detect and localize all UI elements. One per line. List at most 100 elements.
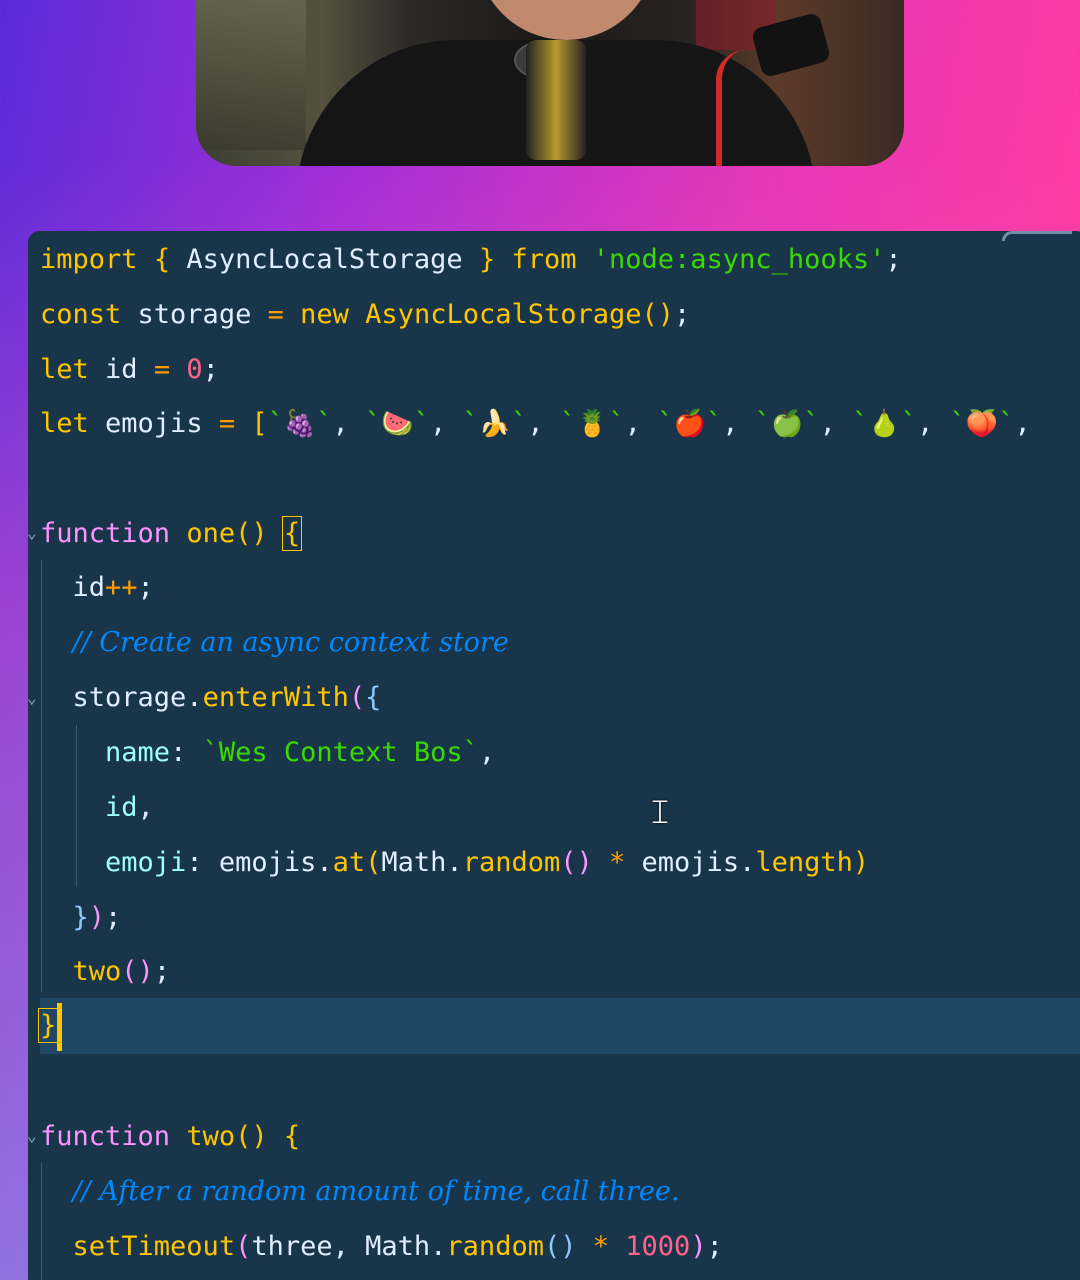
- code-token: 0: [186, 354, 203, 385]
- code-line-2[interactable]: const storage = new AsyncLocalStorage();: [40, 295, 690, 335]
- code-line-10[interactable]: name: `Wes Context Bos`,: [40, 733, 495, 773]
- code-token: 1000: [625, 1231, 691, 1262]
- code-token: ,: [332, 408, 366, 439]
- code-token: (: [348, 682, 366, 713]
- code-token: =: [153, 354, 171, 385]
- code-token: `: [998, 408, 1015, 439]
- code-token: [: [251, 408, 268, 439]
- code-line-8[interactable]: // Create an async context store: [40, 623, 509, 663]
- code-token: ;: [674, 299, 691, 330]
- code-token: function: [40, 1121, 171, 1152]
- fruit-emoji: 🍐: [868, 409, 901, 439]
- code-token: import: [40, 244, 138, 275]
- fruit-emoji: 🍏: [771, 409, 804, 439]
- code-token: `: [852, 408, 869, 439]
- code-token: Math.: [381, 847, 463, 878]
- code-token: `: [657, 408, 674, 439]
- code-token: emojis: [88, 408, 219, 439]
- editor-corner-tab: [1002, 231, 1072, 241]
- code-line-6[interactable]: function one() {: [40, 514, 303, 554]
- code-token: ++: [105, 572, 138, 603]
- code-token: (: [365, 847, 382, 878]
- code-token: =: [267, 299, 284, 330]
- code-token: random: [446, 1231, 544, 1262]
- code-token: `: [705, 408, 723, 439]
- i-beam-cursor-icon: 𝙸: [648, 792, 672, 832]
- code-token: 'node:async_hooks': [592, 244, 886, 275]
- code-token: ,: [478, 737, 496, 768]
- fruit-emoji: 🍇: [283, 409, 317, 439]
- code-token: new: [300, 299, 349, 330]
- code-token: `Wes Context Bos`: [202, 737, 479, 768]
- code-line-13[interactable]: });: [40, 898, 122, 938]
- code-token: (: [235, 1231, 252, 1262]
- code-token: id: [88, 354, 154, 385]
- code-token: `: [365, 408, 382, 439]
- code-line-1[interactable]: import { AsyncLocalStorage } from 'node:…: [40, 240, 902, 280]
- code-token: function: [40, 518, 171, 549]
- code-token: `: [316, 408, 333, 439]
- code-token: enterWith: [202, 682, 349, 713]
- code-token: (): [560, 847, 593, 878]
- code-token: ,: [429, 408, 463, 439]
- fold-chevron-icon[interactable]: ⌄: [27, 688, 37, 707]
- code-line-12[interactable]: emoji: emojis.at(Math.random() * emojis.…: [40, 843, 869, 883]
- code-line-9[interactable]: storage.enterWith({: [40, 678, 382, 718]
- code-token: `: [559, 408, 577, 439]
- code-token: :: [170, 737, 203, 768]
- code-token: *: [609, 847, 626, 878]
- code-token: (): [121, 956, 154, 987]
- code-token: ;: [137, 572, 154, 603]
- code-line-11[interactable]: id,: [40, 788, 154, 828]
- code-token: setTimeout: [72, 1231, 236, 1262]
- code-token: from: [511, 244, 577, 275]
- code-token: let: [40, 354, 89, 385]
- code-token: ,: [624, 408, 658, 439]
- code-token: emojis.: [625, 847, 756, 878]
- code-token: =: [218, 408, 236, 439]
- code-line-17[interactable]: function two() {: [40, 1117, 300, 1157]
- code-token: ): [690, 1231, 707, 1262]
- code-token: {: [365, 682, 382, 713]
- fruit-emoji: 🍑: [965, 409, 999, 439]
- code-line-18[interactable]: // After a random amount of time, call t…: [40, 1172, 680, 1212]
- code-token: ;: [202, 354, 219, 385]
- code-line-15[interactable]: }: [37, 1006, 59, 1046]
- code-line-4[interactable]: let emojis = [`🍇`, `🍉`, `🍌`, `🍍`, `🍎`, `…: [40, 404, 1031, 444]
- code-token: ,: [819, 408, 853, 439]
- code-token: *: [592, 1231, 610, 1262]
- code-token: }: [478, 244, 496, 275]
- code-token: ): [88, 902, 106, 933]
- code-line-14[interactable]: two();: [40, 952, 171, 992]
- code-token: ;: [105, 902, 122, 933]
- code-token: storage.: [40, 682, 203, 713]
- fold-chevron-icon[interactable]: ⌄: [27, 1126, 37, 1145]
- code-token: ,: [722, 408, 755, 439]
- code-token: one: [186, 518, 236, 549]
- code-token: two: [72, 956, 122, 987]
- code-token: // After a random amount of time, call t…: [72, 1176, 680, 1207]
- code-line-7[interactable]: id++;: [40, 568, 154, 608]
- code-line-19[interactable]: setTimeout(three, Math.random() * 1000);: [40, 1227, 723, 1267]
- code-token: `: [413, 408, 430, 439]
- code-token: `: [608, 408, 625, 439]
- code-line-3[interactable]: let id = 0;: [40, 350, 219, 390]
- code-token: AsyncLocalStorage: [170, 244, 479, 275]
- code-token: ;: [153, 956, 171, 987]
- code-token: }: [72, 902, 89, 933]
- fold-chevron-icon[interactable]: ⌄: [27, 523, 37, 542]
